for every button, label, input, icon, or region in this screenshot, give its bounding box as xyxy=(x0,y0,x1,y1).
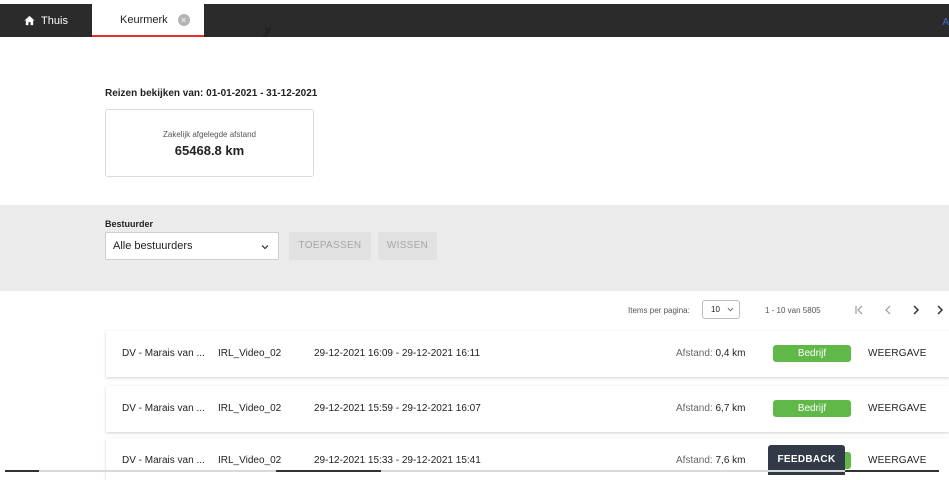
trip-row[interactable]: DV - Marais van ... IRL_Video_02 29-12-2… xyxy=(106,386,949,432)
page-title-fragment: y xyxy=(262,27,273,37)
chevron-right-icon xyxy=(913,305,920,315)
bottom-divider-segment xyxy=(5,470,39,472)
clear-button[interactable]: WISSEN xyxy=(378,232,437,260)
view-button[interactable]: WEERGAVE xyxy=(868,438,927,480)
driver-filter-label: Bestuurder xyxy=(105,219,154,229)
tab-home[interactable]: Thuis xyxy=(0,4,92,37)
trip-distance-value: 6,7 km xyxy=(715,403,746,414)
trip-video: IRL_Video_02 xyxy=(218,348,282,359)
trip-distance-label: Afstand: xyxy=(676,348,713,359)
first-page-button[interactable] xyxy=(850,300,868,320)
trip-video: IRL_Video_02 xyxy=(218,403,282,414)
stat-value: 65468.8 km xyxy=(174,143,245,158)
filter-section: Bestuurder Alle bestuurders TOEPASSEN WI… xyxy=(0,205,949,291)
trip-time: 29-12-2021 15:59 - 29-12-2021 16:07 xyxy=(314,403,481,414)
page-title: y xyxy=(262,27,286,37)
trip-driver: DV - Marais van ... xyxy=(122,455,205,466)
topbar-edge-text: A xyxy=(942,17,949,28)
driver-select[interactable]: Alle bestuurders xyxy=(105,232,279,260)
first-page-icon xyxy=(855,305,863,315)
bottom-divider xyxy=(5,470,939,472)
last-page-button[interactable] xyxy=(931,300,949,320)
chevron-down-icon xyxy=(727,307,734,312)
bottom-divider-segment xyxy=(276,470,381,472)
distance-stat-card: Zakelijk afgelegde afstand 65468.8 km xyxy=(105,109,314,177)
trip-type-badge: Bedrijf xyxy=(773,345,851,362)
tab-keurmerk-label: Keurmerk xyxy=(120,13,168,26)
period-label: Reizen bekijken van: 01-01-2021 - 31-12-… xyxy=(105,88,318,99)
chevron-left-icon xyxy=(885,305,891,315)
top-tab-bar: Thuis Keurmerk × A xyxy=(0,4,949,37)
trip-type-badge: Bedrijf xyxy=(773,400,851,417)
close-circle-icon[interactable]: × xyxy=(177,13,190,26)
trip-distance-label: Afstand: xyxy=(676,403,713,414)
prev-page-button[interactable] xyxy=(879,300,897,320)
trip-row[interactable]: DV - Marais van ... IRL_Video_02 29-12-2… xyxy=(106,331,949,377)
chevron-down-icon xyxy=(261,245,269,250)
tab-keurmerk[interactable]: Keurmerk × xyxy=(92,4,204,37)
items-per-page-label: Items per pagina: xyxy=(628,306,690,315)
view-button[interactable]: WEERGAVE xyxy=(868,386,927,432)
next-page-button[interactable] xyxy=(907,300,925,320)
trip-distance: Afstand: 7,6 km xyxy=(676,438,746,480)
trip-time: 29-12-2021 15:33 - 29-12-2021 15:41 xyxy=(314,455,481,466)
driver-select-value: Alle bestuurders xyxy=(113,240,193,252)
trip-distance: Afstand: 6,7 km xyxy=(676,386,746,432)
trip-driver: DV - Marais van ... xyxy=(122,403,205,414)
trip-distance-value: 7,6 km xyxy=(715,455,746,466)
view-button[interactable]: WEERGAVE xyxy=(868,331,927,377)
items-per-page-value: 10 xyxy=(711,305,720,314)
trip-distance-value: 0,4 km xyxy=(715,348,746,359)
pagination-range: 1 - 10 van 5805 xyxy=(765,306,821,315)
trip-distance-label: Afstand: xyxy=(676,455,713,466)
tab-home-label: Thuis xyxy=(41,14,68,27)
apply-button[interactable]: TOEPASSEN xyxy=(289,232,371,260)
home-icon xyxy=(24,15,35,26)
bottom-divider-segment xyxy=(845,470,939,472)
trip-driver: DV - Marais van ... xyxy=(122,348,205,359)
trip-time: 29-12-2021 16:09 - 29-12-2021 16:11 xyxy=(314,348,481,359)
stat-label: Zakelijk afgelegde afstand xyxy=(163,130,256,139)
trip-video: IRL_Video_02 xyxy=(218,455,282,466)
items-per-page-select[interactable]: 10 xyxy=(702,300,740,319)
trip-distance: Afstand: 0,4 km xyxy=(676,331,746,377)
last-page-icon xyxy=(937,305,944,315)
